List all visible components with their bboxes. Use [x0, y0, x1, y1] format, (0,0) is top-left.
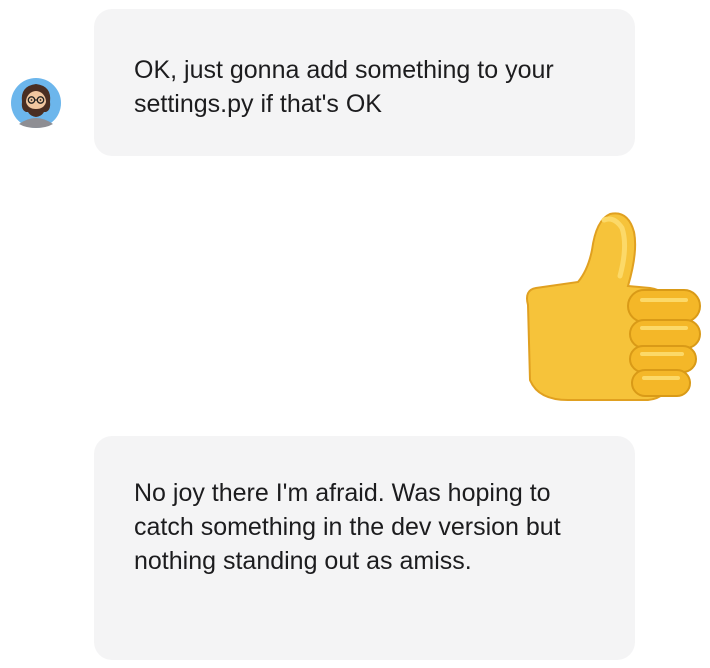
- avatar[interactable]: [11, 78, 61, 128]
- message-bubble[interactable]: No joy there I'm afraid. Was hoping to c…: [94, 436, 635, 660]
- message-text: No joy there I'm afraid. Was hoping to c…: [134, 479, 561, 575]
- avatar-image: [11, 78, 61, 128]
- thumbs-up-icon: [518, 210, 706, 408]
- message-text: OK, just gonna add something to your set…: [134, 56, 554, 118]
- message-bubble[interactable]: OK, just gonna add something to your set…: [94, 9, 635, 156]
